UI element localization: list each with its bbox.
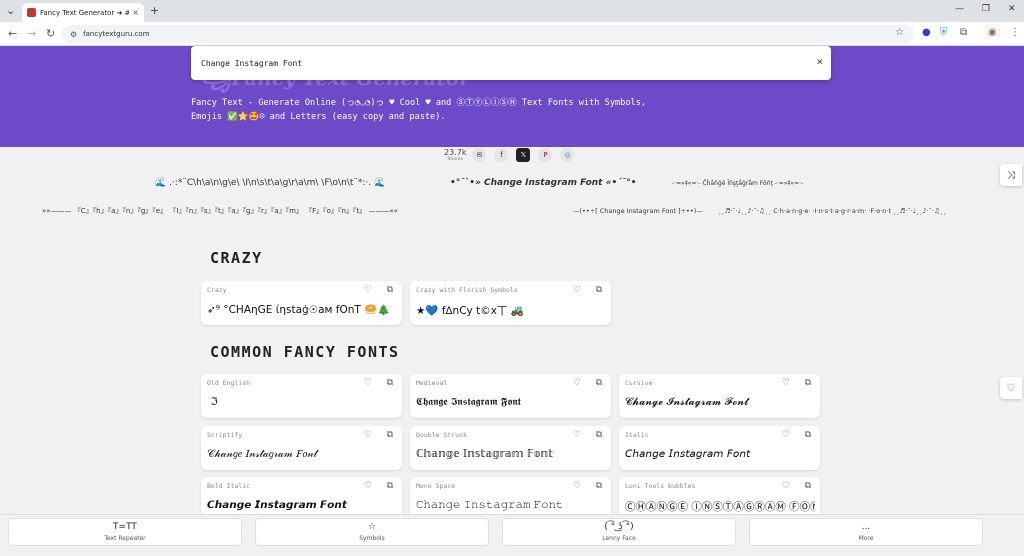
maximize-button[interactable]: ❐ bbox=[982, 4, 990, 14]
extensions-puzzle-icon[interactable]: ⧉ bbox=[960, 27, 967, 38]
browser-tab[interactable]: Fancy Text Generator ➜ #1 ✔️ (cop × bbox=[22, 3, 144, 22]
decorative-text-4[interactable]: »»——— 『C』『h』『a』『n』『g』『e』 『I』『n』『s』『t』『a』… bbox=[42, 206, 398, 216]
copy-icon[interactable]: ⧉ bbox=[387, 430, 393, 440]
address-bar-row: ← → ↻ ⚙ fancytextguru.com ☆ ● ⛨ ⧉ ◉ ⋮ bbox=[0, 22, 1024, 46]
decorative-text-3[interactable]: -·=»‡«=·- Ĉĥåňğē Īňşţåğŕåm Fōňţ -·=»‡«=·… bbox=[672, 180, 803, 187]
lenny-face-button[interactable]: ( ͡° ͜ʖ ͡°) Lenny Face bbox=[502, 518, 736, 546]
copy-icon[interactable]: ⧉ bbox=[596, 378, 602, 388]
heart-icon[interactable]: ♡ bbox=[782, 481, 790, 491]
forward-button[interactable]: → bbox=[27, 27, 36, 40]
more-button[interactable]: ... More bbox=[749, 518, 983, 546]
share-bar: 23.7k Shares ✉ f 𝕏 P ◎ bbox=[444, 148, 582, 162]
tab-close-icon[interactable]: × bbox=[132, 8, 139, 17]
font-card[interactable]: Old English ♡ ⧉ 𝔆𝔥𝔞𝔫𝔤𝔢 ℑ𝔫𝔰𝔱𝔞𝔤𝔯𝔞𝔪 𝔉𝔬𝔫𝔱 bbox=[201, 374, 402, 418]
facebook-share-icon[interactable]: f bbox=[494, 148, 508, 162]
url-text: fancytextguru.com bbox=[83, 30, 149, 38]
bottom-toolbar: T=TT Text Repeater ☆ Symbols ( ͡° ͜ʖ ͡°)… bbox=[0, 514, 1024, 556]
extension-icon[interactable]: ● bbox=[922, 27, 931, 38]
clear-search-icon[interactable]: × bbox=[816, 55, 823, 68]
new-tab-button[interactable]: + bbox=[150, 4, 159, 18]
section-heading-crazy: CRAZY bbox=[210, 249, 263, 267]
copy-icon[interactable]: ⧉ bbox=[387, 285, 393, 295]
text-repeater-button[interactable]: T=TT Text Repeater bbox=[8, 518, 242, 546]
decorative-text-2[interactable]: •°¯`•» Change Instagram Font «•´¯°• bbox=[450, 178, 636, 188]
copy-icon[interactable]: ⧉ bbox=[387, 378, 393, 388]
profile-avatar[interactable]: ◉ bbox=[988, 27, 997, 38]
more-icon: ... bbox=[750, 522, 982, 532]
url-field[interactable]: ⚙ fancytextguru.com bbox=[62, 25, 914, 43]
font-card[interactable]: Crazy ♡ ⧉ ➶⁹ °CHAηGE ίηstaģ☉aм fОnT 🥯🎄 bbox=[201, 281, 402, 325]
search-input-value: Change Instagram Font bbox=[201, 59, 302, 68]
heart-icon[interactable]: ♡ bbox=[573, 285, 581, 295]
heart-icon[interactable]: ♡ bbox=[573, 378, 581, 388]
copy-icon[interactable]: ⧉ bbox=[805, 430, 811, 440]
shuffle-icon[interactable]: ⤨ bbox=[1000, 164, 1022, 186]
site-info-icon[interactable]: ⚙ bbox=[70, 30, 77, 39]
shield-extension-icon[interactable]: ⛨ bbox=[940, 27, 948, 38]
heart-icon[interactable]: ♡ bbox=[364, 481, 372, 491]
decorative-text-1[interactable]: 🌊 .·:*¨C\h\a\n\g\e\ \I\n\s\t\a\g\r\a\m\ … bbox=[155, 178, 385, 188]
copy-icon[interactable]: ⧉ bbox=[596, 285, 602, 295]
star-icon: ☆ bbox=[256, 522, 488, 532]
browser-menu-icon[interactable]: ⋮ bbox=[1010, 27, 1020, 38]
font-card[interactable]: Medieval ♡ ⧉ 𝕮𝖍𝖆𝖓𝖌𝖊 𝕴𝖓𝖘𝖙𝖆𝖌𝖗𝖆𝖒 𝕱𝖔𝖓𝖙 bbox=[410, 374, 611, 418]
copy-icon[interactable]: ⧉ bbox=[596, 430, 602, 440]
close-window-button[interactable]: ✕ bbox=[1008, 4, 1016, 14]
font-card[interactable]: Cursive ♡ ⧉ 𝓒𝓱𝓪𝓷𝓰𝓮 𝓘𝓷𝓼𝓽𝓪𝓰𝓻𝓪𝓶 𝓕𝓸𝓷𝓽 bbox=[619, 374, 820, 418]
copy-icon[interactable]: ⧉ bbox=[387, 481, 393, 491]
decorative-text-6[interactable]: ¸¸♬·¯·♩¸¸♪·¯·♫¸¸ C·h·a·n·g·e· ·I·n·s·t·a… bbox=[718, 207, 946, 215]
heart-icon[interactable]: ♡ bbox=[782, 378, 790, 388]
symbols-button[interactable]: ☆ Symbols bbox=[255, 518, 489, 546]
heart-icon[interactable]: ♡ bbox=[364, 285, 372, 295]
minimize-button[interactable]: — bbox=[955, 4, 964, 14]
copy-icon[interactable]: ⧉ bbox=[805, 378, 811, 388]
heart-icon[interactable]: ♡ bbox=[573, 430, 581, 440]
tab-title: Fancy Text Generator ➜ #1 ✔️ (cop bbox=[40, 9, 129, 17]
font-card[interactable]: Double Struck ♡ ⧉ ℂ𝕙𝕒𝕟𝕘𝕖 𝕀𝕟𝕤𝕥𝕒𝕘𝕣𝕒𝕞 𝔽𝕠𝕟𝕥 bbox=[410, 426, 611, 470]
sharethis-icon[interactable]: ◎ bbox=[560, 148, 574, 162]
reload-button[interactable]: ↻ bbox=[46, 27, 55, 40]
heart-icon[interactable]: ♡ bbox=[573, 481, 581, 491]
copy-icon[interactable]: ⧉ bbox=[805, 481, 811, 491]
copy-icon[interactable]: ⧉ bbox=[596, 481, 602, 491]
tab-search-icon[interactable]: ⌄ bbox=[6, 4, 15, 18]
share-count: 23.7k Shares bbox=[444, 148, 466, 162]
bookmark-star-icon[interactable]: ☆ bbox=[895, 27, 904, 38]
search-input[interactable]: Change Instagram Font × bbox=[191, 46, 831, 80]
browser-tab-strip: ⌄ Fancy Text Generator ➜ #1 ✔️ (cop × + … bbox=[0, 0, 1024, 22]
hero-description: Fancy Text - Generate Online (っ◔◡◔)っ ♥ C… bbox=[191, 96, 651, 124]
email-share-icon[interactable]: ✉ bbox=[472, 148, 486, 162]
favorites-heart-icon[interactable]: ♡ bbox=[1000, 377, 1022, 399]
heart-icon[interactable]: ♡ bbox=[364, 378, 372, 388]
x-share-icon[interactable]: 𝕏 bbox=[516, 148, 530, 162]
site-favicon-icon bbox=[27, 8, 36, 17]
font-card[interactable]: Italic ♡ ⧉ 𝘊𝘩𝘢𝘯𝘨𝘦 𝘐𝘯𝘴𝘵𝘢𝘨𝘳𝘢𝘮 𝘍𝘰𝘯𝘵 bbox=[619, 426, 820, 470]
font-card[interactable]: Scriptify ♡ ⧉ 𝒞𝒽𝒶𝓃𝑔𝑒 𝐼𝓃𝓈𝓉𝒶𝑔𝓇𝒶𝓂 𝐹𝑜𝓃𝓉 bbox=[201, 426, 402, 470]
heart-icon[interactable]: ♡ bbox=[364, 430, 372, 440]
font-card[interactable]: Crazy with Florish Symbols ♡ ⧉ ★💙 f∆nCy … bbox=[410, 281, 611, 325]
section-heading-common: COMMON FANCY FONTS bbox=[210, 343, 400, 361]
decorative-text-5[interactable]: —(••÷[ Change Instagram Font ]÷••)— bbox=[573, 207, 703, 215]
back-button[interactable]: ← bbox=[8, 27, 17, 40]
pinterest-share-icon[interactable]: P bbox=[538, 148, 552, 162]
heart-icon[interactable]: ♡ bbox=[782, 430, 790, 440]
